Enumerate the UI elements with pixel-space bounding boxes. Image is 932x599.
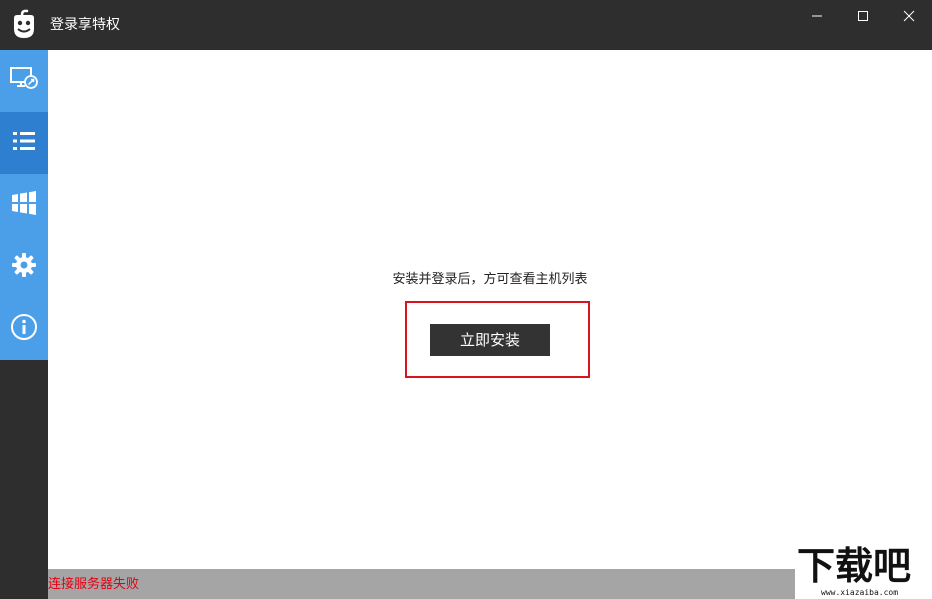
watermark-url: www.xiazaiba.com: [821, 588, 899, 597]
list-icon: [12, 130, 36, 156]
maximize-button[interactable]: [840, 0, 886, 32]
remote-desktop-icon: [9, 65, 39, 97]
sidebar-item-windows[interactable]: [0, 174, 48, 236]
status-message: 连接服务器失败: [48, 577, 140, 592]
maximize-icon: [857, 7, 869, 26]
sidebar-item-host-list[interactable]: [0, 112, 48, 174]
app-window: 登录享特权 安装并登录后，方可查看主机列表 立即安装 连接服务器失败 下载吧 w…: [0, 0, 932, 599]
install-hint: 安装并登录后，方可查看主机列表: [392, 272, 588, 287]
info-icon: [10, 313, 38, 345]
title-bar[interactable]: 登录享特权: [0, 0, 932, 50]
sidebar: [0, 50, 48, 599]
watermark-logo: 下载吧 www.xiazaiba.com: [795, 543, 932, 599]
close-button[interactable]: [886, 0, 932, 32]
sidebar-item-remote-desktop[interactable]: [0, 50, 48, 112]
app-logo-icon: [10, 9, 38, 41]
minimize-icon: [811, 7, 823, 26]
windows-icon: [11, 191, 37, 219]
minimize-button[interactable]: [794, 0, 840, 32]
install-now-button[interactable]: 立即安装: [430, 324, 550, 356]
gear-icon: [11, 252, 37, 282]
window-title: 登录享特权: [50, 17, 120, 33]
main-content: 安装并登录后，方可查看主机列表 立即安装: [48, 50, 932, 569]
sidebar-item-settings[interactable]: [0, 236, 48, 298]
close-icon: [903, 7, 915, 26]
sidebar-item-about[interactable]: [0, 298, 48, 360]
watermark-text: 下载吧: [797, 544, 912, 588]
